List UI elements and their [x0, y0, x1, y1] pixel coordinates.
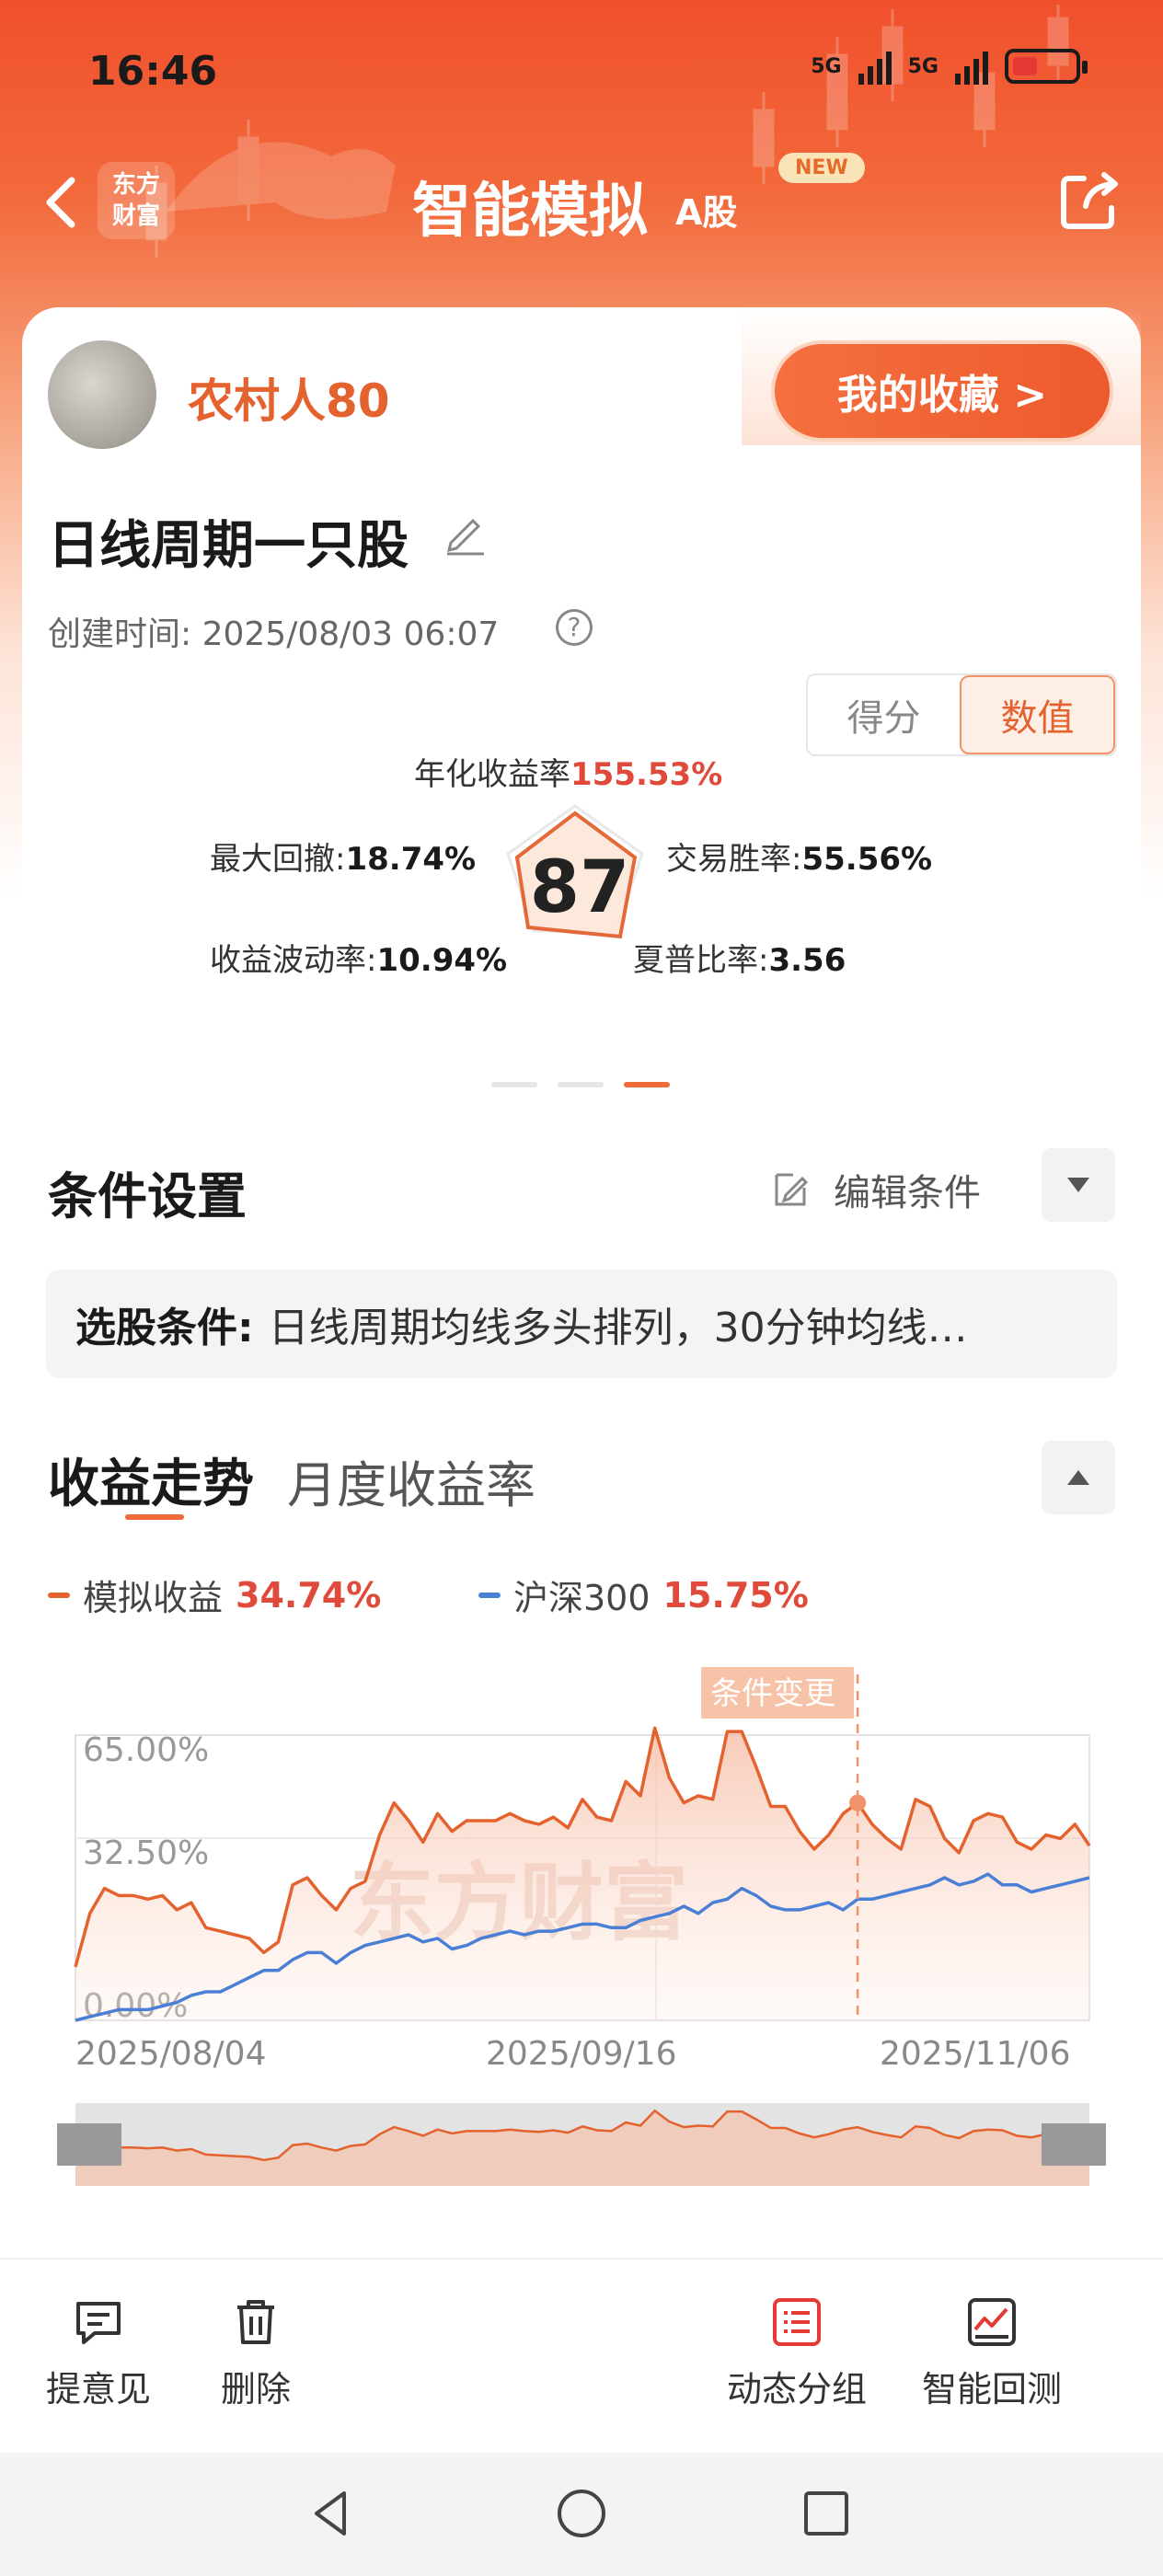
page-dot — [491, 1082, 537, 1087]
delete-label: 删除 — [221, 2369, 292, 2409]
y-tick-label: 65.00% — [83, 1731, 209, 1769]
created-label: 创建时间: — [48, 615, 192, 653]
nav-home-icon[interactable] — [552, 2484, 611, 2543]
logo-text-1: 东方 — [111, 171, 160, 199]
legend-swatch — [478, 1592, 501, 1598]
returns-chart[interactable]: 东方财富65.00%32.50%0.00%2025/08/042025/09/1… — [0, 1647, 1163, 2217]
network-label: 5G — [811, 54, 842, 78]
created-value: 2025/08/03 06:07 — [202, 615, 500, 653]
metric-label: 收益波动率: — [210, 942, 377, 979]
signal-icon — [955, 48, 988, 85]
triangle-down-icon — [1067, 1178, 1089, 1192]
strategy-score: 87 — [529, 846, 630, 929]
edit-icon — [775, 1173, 809, 1206]
legend-simulated: 模拟收益 34.74% — [48, 1570, 381, 1620]
status-icons: 5G 5G — [811, 48, 1088, 85]
system-nav-bar — [0, 2453, 1163, 2576]
x-tick-label: 2025/09/16 — [486, 2035, 677, 2073]
metric-value: 3.56 — [768, 942, 846, 979]
metric-max-drawdown: 最大回撤:18.74% — [210, 834, 476, 879]
new-badge: NEW — [778, 153, 865, 183]
edit-conditions-label: 编辑条件 — [834, 1172, 981, 1214]
back-icon[interactable] — [37, 173, 88, 232]
metric-label: 最大回撤: — [210, 841, 346, 878]
logo-text-2: 财富 — [111, 202, 160, 230]
metric-value: 155.53% — [570, 756, 723, 793]
my-favorites-button[interactable]: 我的收藏 > — [771, 340, 1113, 442]
legend-value: 34.74% — [236, 1574, 382, 1616]
signal-icon — [858, 48, 892, 85]
dynamic-group-label: 动态分组 — [727, 2369, 868, 2409]
metric-annual-return: 年化收益率155.53% — [414, 749, 722, 794]
edit-conditions-button[interactable]: 编辑条件 — [769, 1163, 981, 1216]
toggle-value[interactable]: 数值 — [960, 675, 1115, 754]
page-subtitle: A股 — [675, 192, 738, 233]
created-time: 创建时间: 2025/08/03 06:07 — [48, 607, 499, 655]
stock-condition-box[interactable]: 选股条件: 日线周期均线多头排列，30分钟均线… — [46, 1270, 1117, 1378]
network-label: 5G — [907, 54, 938, 78]
feedback-label: 提意见 — [46, 2369, 152, 2409]
comment-icon — [76, 2302, 121, 2344]
condition-label: 选股条件: — [75, 1305, 254, 1351]
metric-label: 交易胜率: — [666, 841, 802, 878]
metric-value: 55.56% — [801, 841, 933, 878]
legend-label: 沪深300 — [513, 1578, 651, 1618]
series-area-simulated — [75, 1728, 1089, 2020]
avatar[interactable] — [48, 340, 156, 449]
tab-monthly-return[interactable]: 月度收益率 — [287, 1444, 535, 1517]
legend-value: 15.75% — [662, 1574, 809, 1616]
page-dot-active — [624, 1082, 670, 1087]
backtest-chart-icon — [968, 2298, 1016, 2346]
triangle-up-icon — [1067, 1470, 1089, 1485]
nav-back-icon[interactable] — [304, 2484, 363, 2543]
delete-button[interactable]: 删除 — [221, 2296, 291, 2411]
status-time: 16:46 — [88, 48, 218, 95]
metric-label: 夏普比率: — [633, 942, 769, 979]
smart-backtest-label: 智能回测 — [922, 2369, 1063, 2409]
condition-value: 日线周期均线多头排列，30分钟均线… — [268, 1305, 968, 1351]
battery-icon — [1005, 49, 1088, 84]
trash-icon — [237, 2300, 274, 2344]
collapse-conditions-button[interactable] — [1042, 1148, 1115, 1222]
condition-change-label: 条件变更 — [710, 1675, 835, 1712]
metric-win-rate: 交易胜率:55.56% — [666, 834, 932, 879]
list-icon — [773, 2298, 821, 2346]
brand-logo: 东方 财富 — [98, 162, 175, 239]
share-icon[interactable] — [1056, 166, 1124, 234]
condition-change-dot — [849, 1794, 867, 1811]
dynamic-group-button[interactable]: 动态分组 — [727, 2296, 867, 2411]
username: 农村人80 — [188, 374, 390, 428]
score-value-toggle: 得分 数值 — [806, 673, 1117, 756]
smart-backtest-button[interactable]: 智能回测 — [922, 2296, 1062, 2411]
y-tick-label: 32.50% — [83, 1834, 209, 1872]
metric-sharpe: 夏普比率:3.56 — [633, 935, 846, 980]
range-handle-left[interactable] — [57, 2123, 121, 2166]
metric-volatility: 收益波动率:10.94% — [210, 935, 507, 980]
feedback-button[interactable]: 提意见 — [46, 2296, 151, 2411]
metric-value: 10.94% — [376, 942, 508, 979]
page-dot — [558, 1082, 604, 1087]
nav-bar: 东方财富 智能模拟 A股 NEW — [0, 147, 1163, 258]
bottom-toolbar: 提意见 删除 动态分组 智能回测 — [0, 2258, 1163, 2453]
metric-label: 年化收益率 — [414, 756, 570, 793]
metric-value: 18.74% — [345, 841, 477, 878]
page-indicator — [491, 1082, 670, 1087]
edit-pencil-icon[interactable] — [440, 508, 489, 558]
x-tick-label: 2025/08/04 — [75, 2035, 267, 2073]
toggle-score[interactable]: 得分 — [808, 675, 960, 754]
x-tick-label: 2025/11/06 — [880, 2035, 1071, 2073]
legend-swatch — [48, 1592, 70, 1598]
range-handle-right[interactable] — [1042, 2123, 1106, 2166]
legend-csi300: 沪深300 15.75% — [478, 1570, 809, 1620]
legend-label: 模拟收益 — [83, 1578, 224, 1618]
help-icon[interactable]: ? — [556, 609, 593, 646]
collapse-chart-button[interactable] — [1042, 1441, 1115, 1514]
app-screen: 16:46 5G 5G 东方财富 智能模拟 A股 NEW 农村人80 我的收藏 … — [0, 0, 1163, 2576]
nav-recents-icon[interactable] — [797, 2484, 856, 2543]
page-title: 智能模拟 — [412, 178, 648, 246]
strategy-title: 日线周期一只股 — [48, 516, 409, 576]
tab-returns-trend[interactable]: 收益走势 — [48, 1443, 254, 1517]
conditions-title: 条件设置 — [48, 1167, 247, 1225]
tab-underline — [125, 1514, 184, 1520]
